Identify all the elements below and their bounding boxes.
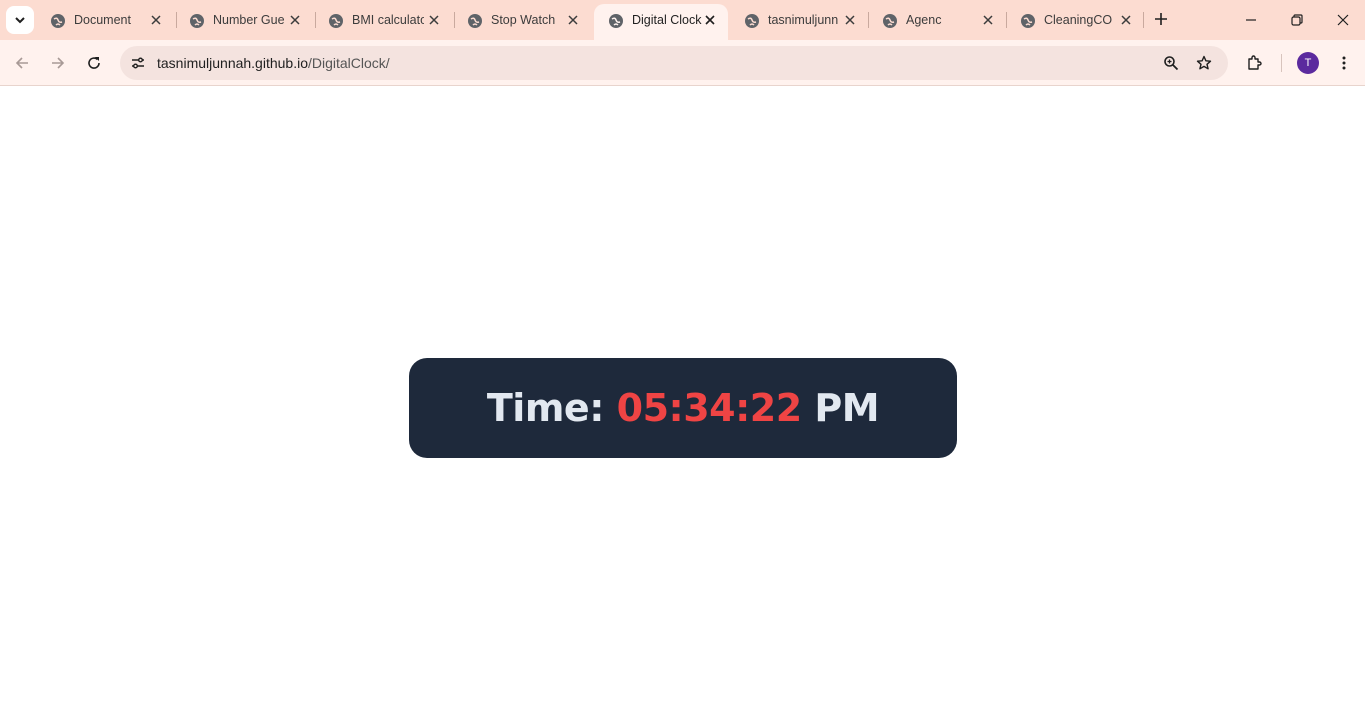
toolbar-divider [1281,54,1282,72]
close-icon[interactable] [426,12,442,28]
close-icon[interactable] [980,12,996,28]
more-vertical-icon [1342,56,1346,70]
url-path: /DigitalClock/ [308,55,390,71]
close-icon[interactable] [287,12,303,28]
close-icon[interactable] [842,12,858,28]
globe-icon [883,14,897,28]
tab-tasnimuljunnah[interactable]: tasnimuljunn [730,4,868,36]
globe-icon [1021,14,1035,28]
close-icon[interactable] [702,12,718,28]
forward-button[interactable] [46,51,70,75]
globe-icon [745,14,759,28]
tab-separator [1143,12,1144,28]
tab-title: Digital Clock [632,13,702,27]
arrow-left-icon [15,57,28,69]
chevron-down-icon [15,17,25,24]
tab-digital-clock[interactable]: Digital Clock [594,4,728,40]
tab-strip: Document Number Gue BMI calculato Stop W… [0,0,1365,40]
tab-title: Agenc [906,13,942,27]
tab-title: tasnimuljunn [768,13,839,27]
globe-icon [329,14,343,28]
plus-icon [1155,13,1167,25]
profile-avatar[interactable]: T [1297,52,1319,74]
restore-icon [1291,14,1303,26]
clock-display: Time: 05:34:22 PM [409,358,957,458]
url-text[interactable]: tasnimuljunnah.github.io/DigitalClock/ [157,55,390,71]
clock-period: PM [814,386,880,430]
extensions-button[interactable] [1243,51,1267,75]
clock-time: 05:34:22 [616,386,803,430]
url-host: tasnimuljunnah.github.io [157,55,308,71]
tab-title: Number Gue [213,13,285,27]
close-icon[interactable] [565,12,581,28]
globe-icon [190,14,204,28]
arrow-right-icon [52,57,65,69]
zoom-in-icon [1164,56,1179,71]
restore-button[interactable] [1285,8,1309,32]
minimize-button[interactable] [1239,8,1263,32]
site-info-button[interactable] [126,51,150,75]
tab-search-button[interactable] [6,6,34,34]
page-content: Time: 05:34:22 PM [0,87,1365,725]
menu-button[interactable] [1332,51,1356,75]
clock-label: Time: [486,386,605,430]
tab-title: CleaningCO [1044,13,1113,27]
zoom-button[interactable] [1159,51,1183,75]
close-icon[interactable] [1118,12,1134,28]
close-icon [1337,14,1349,26]
bookmark-button[interactable] [1192,51,1216,75]
tab-title: BMI calculato [352,13,424,27]
reload-button[interactable] [82,51,106,75]
address-bar[interactable]: tasnimuljunnah.github.io/DigitalClock/ [120,46,1228,80]
star-icon [1196,55,1212,70]
tab-title: Document [74,13,131,27]
tune-icon [132,57,144,69]
new-tab-button[interactable] [1150,8,1172,30]
close-icon[interactable] [148,12,164,28]
window-close-button[interactable] [1331,8,1355,32]
tab-document[interactable]: Document [36,4,174,36]
reload-icon [88,57,100,69]
tab-stop-watch[interactable]: Stop Watch [453,4,591,36]
tab-cleaningco[interactable]: CleaningCO [1006,4,1144,36]
puzzle-icon [1248,55,1262,70]
clock-text: Time: 05:34:22 PM [486,386,880,430]
browser-toolbar: tasnimuljunnah.github.io/DigitalClock/ T [0,40,1365,86]
tab-number-guess[interactable]: Number Gue [175,4,313,36]
tab-agency[interactable]: Agenc [868,4,1006,36]
globe-icon [468,14,482,28]
tab-bmi-calculator[interactable]: BMI calculato [314,4,452,36]
globe-icon [51,14,65,28]
back-button[interactable] [10,51,34,75]
globe-icon [609,14,623,28]
tab-title: Stop Watch [491,13,556,27]
minimize-icon [1246,19,1256,21]
